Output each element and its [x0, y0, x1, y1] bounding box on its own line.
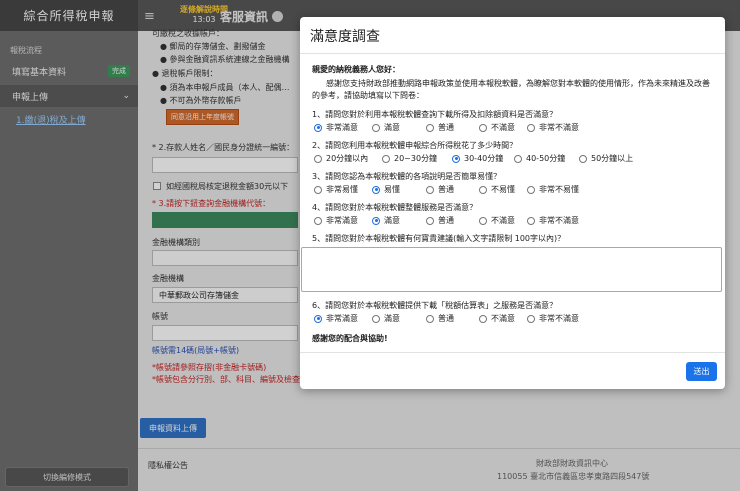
- q4-option-satisfied[interactable]: 滿意: [372, 215, 426, 226]
- q3-option-normal[interactable]: 普通: [426, 184, 479, 195]
- q2-option-30-40[interactable]: 30-40分鐘: [452, 153, 514, 164]
- q3-option-not-easy[interactable]: 不易懂: [479, 184, 527, 195]
- question-label: 5、請問您對於本報稅軟體有何寶貴建議(輸入文字請限制 100字以內)？: [312, 234, 566, 243]
- dialog-header: 滿意度調查: [300, 17, 725, 54]
- question-label: 1、請問您對於利用本報稅軟體查詢下載所得及扣除額資料是否滿意？: [312, 110, 558, 119]
- radio-button[interactable]: [372, 314, 380, 323]
- dialog-body: 親愛的納稅義務人您好： 感謝您支持財政部推動網路申報政策並使用本報稅軟體，為瞭解…: [300, 54, 725, 344]
- q1-option-normal[interactable]: 普通: [426, 122, 479, 133]
- radio-button[interactable]: [314, 216, 322, 225]
- q6-option-normal[interactable]: 普通: [426, 313, 479, 324]
- satisfaction-survey-dialog: 滿意度調查 親愛的納稅義務人您好： 感謝您支持財政部推動網路申報政策並使用本報稅…: [300, 17, 725, 389]
- q4-option-normal[interactable]: 普通: [426, 215, 479, 226]
- question-5: 5、請問您對於本報稅軟體有何寶貴建議(輸入文字請限制 100字以內)？: [301, 233, 722, 292]
- question-label: 3、請問您認為本報稅軟體的各項說明是否簡單易懂？: [312, 172, 502, 181]
- radio-button[interactable]: [426, 216, 434, 225]
- radio-button[interactable]: [579, 154, 587, 163]
- radio-button[interactable]: [382, 154, 390, 163]
- radio-button[interactable]: [426, 314, 434, 323]
- question-label: 2、請問您利用本報稅軟體申報綜合所得稅花了多少時間？: [312, 141, 518, 150]
- radio-button[interactable]: [479, 314, 487, 323]
- q2-option-under-20[interactable]: 20分鐘以內: [314, 153, 382, 164]
- q2-option-20-30[interactable]: 20~30分鐘: [382, 153, 452, 164]
- q4-option-unsatisfied[interactable]: 不滿意: [479, 215, 527, 226]
- q2-option-over-50[interactable]: 50分鐘以上: [579, 153, 633, 164]
- radio-button[interactable]: [514, 154, 522, 163]
- radio-button[interactable]: [479, 216, 487, 225]
- q3-option-easy[interactable]: 易懂: [372, 184, 426, 195]
- q1-option-very-unsatisfied[interactable]: 非常不滿意: [527, 122, 579, 133]
- q4-option-very-satisfied[interactable]: 非常滿意: [314, 215, 372, 226]
- question-2: 2、請問您利用本報稅軟體申報綜合所得稅花了多少時間？ 20分鐘以內 20~30分…: [312, 140, 713, 164]
- q2-option-40-50[interactable]: 40-50分鐘: [514, 153, 579, 164]
- radio-button[interactable]: [314, 185, 322, 194]
- question-4: 4、請問您對於本報稅軟體整體服務是否滿意？ 非常滿意 滿意 普通 不滿意 非常不…: [312, 202, 713, 226]
- radio-button[interactable]: [452, 154, 460, 163]
- suggestion-textarea[interactable]: [301, 247, 722, 292]
- dialog-title: 滿意度調查: [310, 29, 380, 45]
- radio-button[interactable]: [527, 216, 535, 225]
- thanks-text: 感謝您的配合與協助!: [312, 334, 388, 343]
- intro-text: 感謝您支持財政部推動網路申報政策並使用本報稅軟體，為瞭解您對本軟體的使用情形，作…: [312, 79, 710, 100]
- q1-option-very-satisfied[interactable]: 非常滿意: [314, 122, 372, 133]
- radio-button[interactable]: [426, 123, 434, 132]
- q6-option-very-satisfied[interactable]: 非常滿意: [314, 313, 372, 324]
- question-label: 4、請問您對於本報稅軟體整體服務是否滿意？: [312, 203, 478, 212]
- radio-button[interactable]: [426, 185, 434, 194]
- radio-button[interactable]: [479, 185, 487, 194]
- radio-button[interactable]: [372, 216, 380, 225]
- greeting: 親愛的納稅義務人您好：: [312, 65, 400, 74]
- radio-button[interactable]: [479, 123, 487, 132]
- radio-button[interactable]: [314, 154, 322, 163]
- q6-option-unsatisfied[interactable]: 不滿意: [479, 313, 527, 324]
- question-6: 6、請問您對於本報稅軟體提供下載「稅額估算表」之服務是否滿意？ 非常滿意 滿意 …: [312, 300, 713, 324]
- radio-button[interactable]: [372, 123, 380, 132]
- q1-option-satisfied[interactable]: 滿意: [372, 122, 426, 133]
- radio-button[interactable]: [527, 123, 535, 132]
- q3-option-very-easy[interactable]: 非常易懂: [314, 184, 372, 195]
- radio-button[interactable]: [314, 314, 322, 323]
- dialog-footer: 送出: [300, 352, 725, 389]
- radio-button[interactable]: [314, 123, 322, 132]
- radio-button[interactable]: [527, 314, 535, 323]
- submit-button[interactable]: 送出: [686, 362, 717, 381]
- radio-button[interactable]: [372, 185, 380, 194]
- question-label: 6、請問您對於本報稅軟體提供下載「稅額估算表」之服務是否滿意？: [312, 301, 558, 310]
- q1-option-unsatisfied[interactable]: 不滿意: [479, 122, 527, 133]
- radio-button[interactable]: [527, 185, 535, 194]
- q6-option-very-unsatisfied[interactable]: 非常不滿意: [527, 313, 579, 324]
- q6-option-satisfied[interactable]: 滿意: [372, 313, 426, 324]
- q4-option-very-unsatisfied[interactable]: 非常不滿意: [527, 215, 579, 226]
- question-3: 3、請問您認為本報稅軟體的各項說明是否簡單易懂？ 非常易懂 易懂 普通 不易懂 …: [312, 171, 713, 195]
- q3-option-very-not-easy[interactable]: 非常不易懂: [527, 184, 579, 195]
- question-1: 1、請問您對於利用本報稅軟體查詢下載所得及扣除額資料是否滿意？ 非常滿意 滿意 …: [312, 109, 713, 133]
